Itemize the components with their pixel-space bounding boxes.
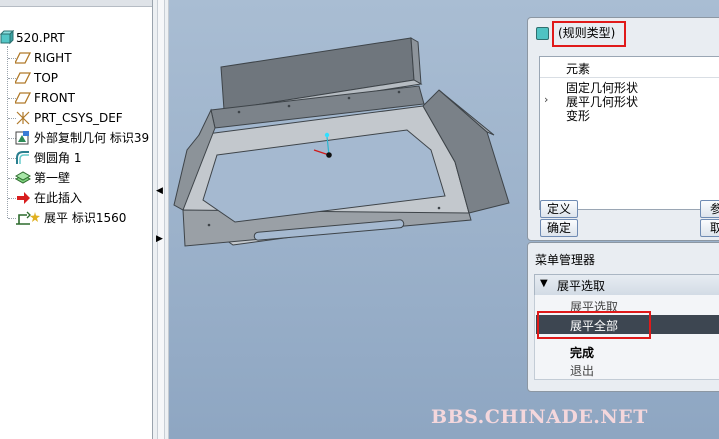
csys-origin-marker [326,152,332,158]
rule-type-dialog: (规则类型) 元素 固定几何形状 › 展平几何形状 变形 定义 确定 参 取 [527,17,719,241]
tree-item-label: 520.PRT [16,31,65,45]
tree-item-label: TOP [34,71,59,85]
menu-manager-title: 菜单管理器 [535,253,596,267]
tree-item-top[interactable]: TOP [0,68,150,88]
tree-item-part[interactable]: 520.PRT [0,28,150,48]
tree-item-external-copy[interactable]: 外部复制几何 标识39 [0,128,150,148]
tree-item-label: 在此插入 [34,191,83,205]
expand-chevron-icon[interactable]: › [544,93,548,106]
dialog-titlebar[interactable]: (规则类型) [528,18,719,48]
expand-right-icon[interactable]: ▶ [156,234,163,244]
new-feature-star-icon [30,208,40,222]
tree-item-label: PRT_CSYS_DEF [34,111,123,125]
round-icon [15,150,31,166]
tree-item-insert-here[interactable]: 在此插入 [0,188,150,208]
splitter-bar[interactable] [157,0,165,439]
collapse-triangle-icon: ▼ [540,278,548,289]
selection-highlight-box [537,311,651,339]
tree-item-round[interactable]: 倒圆角 1 [0,148,150,168]
element-list: 元素 固定几何形状 › 展平几何形状 变形 [539,56,719,210]
model-tree: 520.PRT RIGHT TOP FRONT PRT_CSYS_DEF 外部复… [0,0,153,439]
unbend-icon [15,210,31,226]
section-label: 展平选取 [557,279,606,293]
datum-plane-icon [13,70,32,86]
menu-item-exit[interactable]: 退出 [570,362,594,379]
ok-button[interactable]: 确定 [540,219,578,237]
dialog-app-icon [536,27,549,40]
references-button[interactable]: 参 [700,200,719,218]
tree-item-label: FRONT [34,91,75,105]
element-deformation[interactable]: 变形 [566,107,590,124]
watermark-text: BBS.CHINADE.NET [431,406,648,428]
tree-item-label: 外部复制几何 标识39 [34,131,150,145]
element-column-label: 元素 [566,62,591,76]
unbend-select-section-header[interactable]: ▼ 展平选取 [534,274,719,296]
panel-splitter[interactable]: ◀ ▶ [153,0,169,439]
title-highlight-box [552,21,626,47]
element-column-header: 元素 [540,57,719,78]
tree-item-csys[interactable]: PRT_CSYS_DEF [0,108,150,128]
datum-plane-icon [13,90,32,106]
collapse-left-icon[interactable]: ◀ [156,186,163,196]
tree-item-front[interactable]: FRONT [0,88,150,108]
datum-plane-icon [13,50,32,66]
cancel-button[interactable]: 取 [700,219,719,237]
first-wall-icon [14,170,32,186]
csys-icon [15,110,31,126]
tree-item-label: 展平 标识1560 [44,211,127,225]
insert-here-arrow-icon [15,190,31,206]
csys-point-marker [324,132,330,138]
external-copy-geom-icon [15,130,31,146]
tree-item-unbend[interactable]: 展平 标识1560 [0,208,150,228]
tree-header-bar [0,0,152,7]
tree-item-first-wall[interactable]: 第一壁 [0,168,150,188]
menu-manager: 菜单管理器 ▼ 展平选取 展平选取 展平全部 完成 退出 [527,242,719,392]
tree-item-label: 第一壁 [34,171,71,185]
tree-item-label: RIGHT [34,51,72,65]
tree-item-right[interactable]: RIGHT [0,48,150,68]
tree-item-label: 倒圆角 1 [34,151,82,165]
menu-item-done[interactable]: 完成 [570,344,594,361]
define-button[interactable]: 定义 [540,200,578,218]
part-icon [0,29,16,46]
